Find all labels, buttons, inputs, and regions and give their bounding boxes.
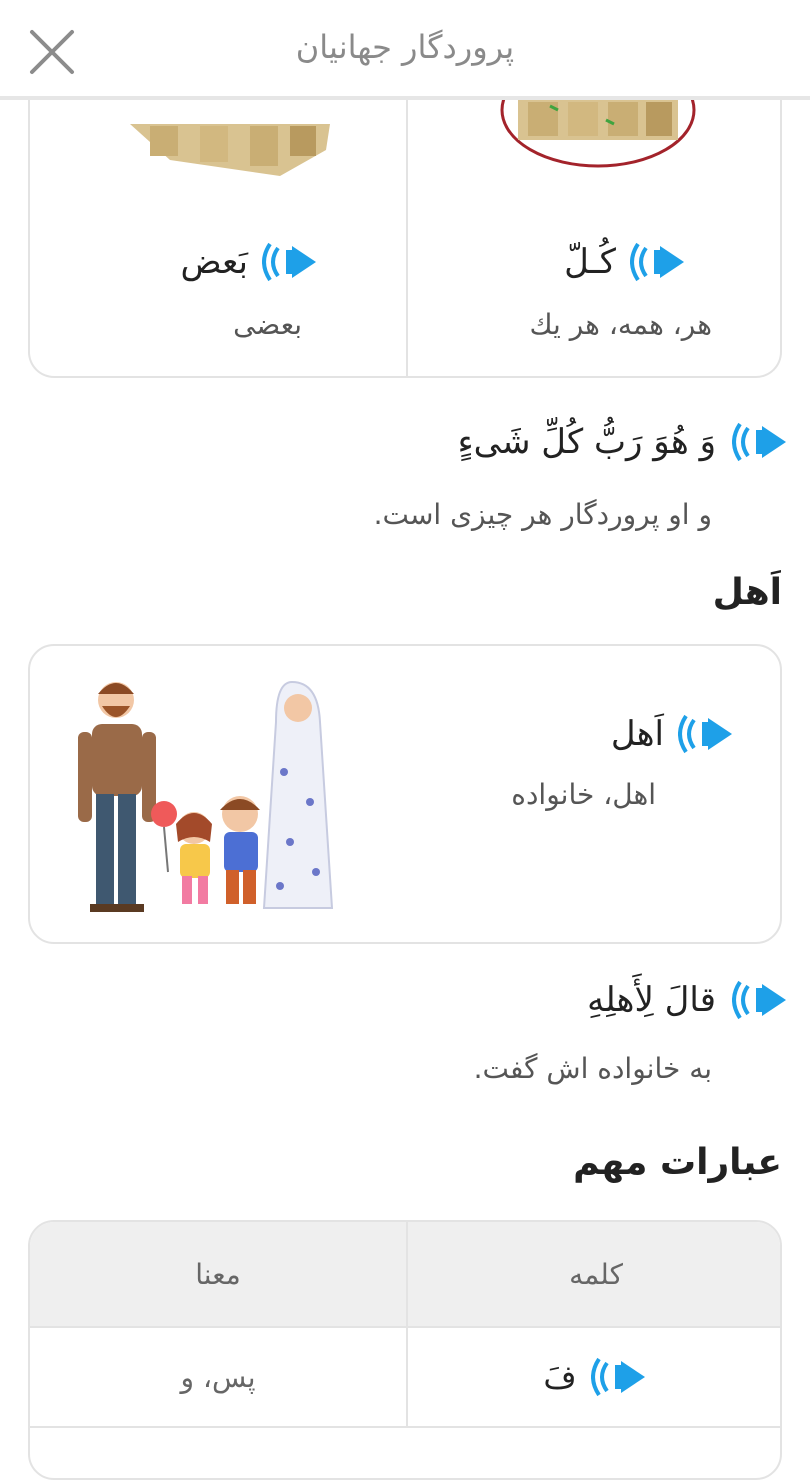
speaker-icon[interactable] <box>678 712 736 756</box>
phrases-table: كلمه معنا فَ پس، و <box>28 1220 782 1480</box>
sentence-translation: و او پروردگار هر چیزی است. <box>373 498 712 531</box>
word-row-ahl: اَهل <box>611 712 736 756</box>
word-meaning: اهل، خانواده <box>511 778 656 811</box>
speaker-icon[interactable] <box>590 1355 649 1399</box>
row-word-cell: فَ <box>408 1328 780 1426</box>
section-title-ahl: اَهل <box>712 572 782 613</box>
family-illustration <box>78 680 334 912</box>
boxes-illustration <box>130 124 330 176</box>
word-row-baad: بَعض <box>180 240 320 284</box>
arabic-word: بَعض <box>180 242 248 282</box>
speaker-icon[interactable] <box>630 240 688 284</box>
word-cell-kull: كُـلّ هر، همه، هر يك <box>408 100 780 376</box>
section-title-phrases: عبارات مهم <box>573 1142 782 1183</box>
header-meaning: معنا <box>195 1257 241 1291</box>
sentence-arabic: قالَ لِأَهلِهِ <box>587 980 716 1020</box>
sentence-translation: به خانواده اش گفت. <box>473 1052 712 1085</box>
table-row: فَ پس، و <box>30 1328 780 1428</box>
table-header: كلمه معنا <box>30 1222 780 1328</box>
sentence-arabic: وَ هُوَ رَبُّ كُلِّ شَیءٍ <box>457 422 716 462</box>
speaker-icon[interactable] <box>262 240 320 284</box>
row-meaning: پس، و <box>180 1360 256 1394</box>
header-word: كلمه <box>569 1257 623 1291</box>
word-meaning: هر، همه، هر يك <box>529 308 712 341</box>
arabic-word: كُـلّ <box>564 242 616 282</box>
boxes-circled-illustration <box>500 100 696 168</box>
top-bar: پروردگار جهانیان <box>0 0 810 100</box>
word-card-ahl: اَهل اهل، خانواده <box>28 644 782 944</box>
speaker-icon[interactable] <box>732 420 790 464</box>
example-sentence-2: قالَ لِأَهلِهِ <box>587 978 790 1022</box>
table-divider <box>406 1222 408 1326</box>
row-word: فَ <box>543 1358 577 1396</box>
arabic-word: اَهل <box>610 714 664 754</box>
word-meaning: بعضی <box>233 308 302 341</box>
word-row-kull: كُـلّ <box>564 240 688 284</box>
example-sentence-1: وَ هُوَ رَبُّ كُلِّ شَیءٍ <box>458 420 790 464</box>
table-divider <box>406 1328 408 1426</box>
word-card-pair: كُـلّ هر، همه، هر يك بَعض بعضی <box>28 100 782 378</box>
word-cell-baad: بَعض بعضی <box>30 100 406 376</box>
speaker-icon[interactable] <box>732 978 790 1022</box>
page-title: پروردگار جهانیان <box>295 28 515 66</box>
